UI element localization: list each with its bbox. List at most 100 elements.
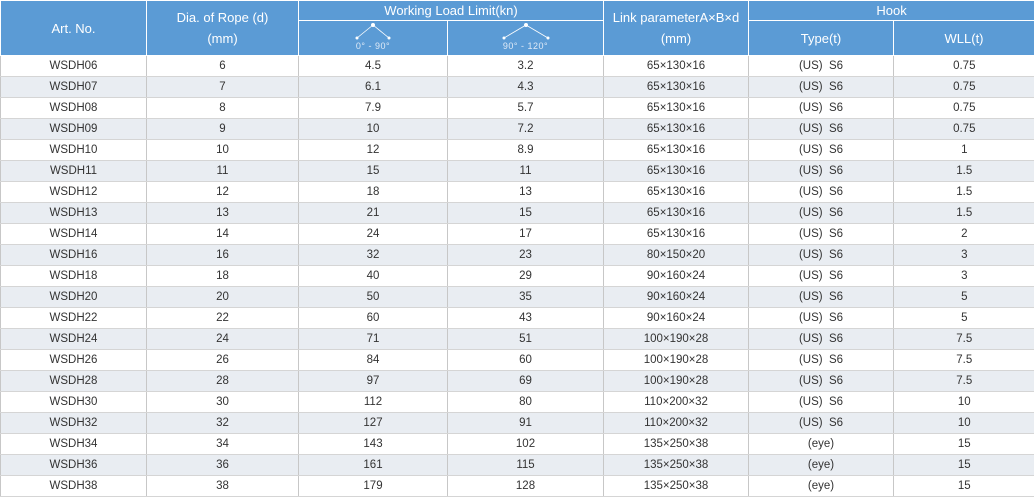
hook-type-cell: (US) S6 <box>748 181 894 203</box>
table-row: WSDH06 6 4.5 3.2 65×130×16 (US) S6 0.75 <box>0 55 1034 77</box>
table-row: WSDH20 20 50 35 90×160×24 (US) S6 5 <box>0 286 1034 308</box>
rope-diameter-cell: 13 <box>146 202 299 224</box>
table-row: WSDH08 8 7.9 5.7 65×130×16 (US) S6 0.75 <box>0 97 1034 119</box>
link-parameter-cell: 110×200×32 <box>603 391 749 413</box>
link-parameter-cell: 65×130×16 <box>603 55 749 77</box>
hook-wll-cell: 3 <box>893 265 1034 287</box>
hook-type-cell: (eye) <box>748 433 894 455</box>
rope-diameter-cell: 38 <box>146 475 299 497</box>
table-row: WSDH10 10 12 8.9 65×130×16 (US) S6 1 <box>0 139 1034 161</box>
wll-0-90-cell: 24 <box>298 223 448 245</box>
rope-diameter-cell: 34 <box>146 433 299 455</box>
link-parameter-cell: 65×130×16 <box>603 160 749 182</box>
wll-90-120-cell: 80 <box>446 391 604 413</box>
art-no-cell: WSDH12 <box>0 181 147 203</box>
link-parameter-cell: 90×160×24 <box>603 307 749 329</box>
header-art-no: Art. No. <box>0 0 147 56</box>
wll-0-90-cell: 97 <box>298 370 448 392</box>
wll-0-90-cell: 4.5 <box>298 55 448 77</box>
hook-type-cell: (US) S6 <box>748 139 894 161</box>
hook-type-cell: (US) S6 <box>748 76 894 98</box>
wll-0-90-cell: 50 <box>298 286 448 308</box>
table-row: WSDH18 18 40 29 90×160×24 (US) S6 3 <box>0 265 1034 287</box>
rope-diameter-cell: 30 <box>146 391 299 413</box>
table-row: WSDH34 34 143 102 135×250×38 (eye) 15 <box>0 433 1034 455</box>
rope-diameter-cell: 36 <box>146 454 299 476</box>
hook-wll-cell: 7.5 <box>893 328 1034 350</box>
hook-wll-cell: 10 <box>893 412 1034 434</box>
hook-wll-cell: 10 <box>893 391 1034 413</box>
table-row: WSDH11 11 15 11 65×130×16 (US) S6 1.5 <box>0 160 1034 182</box>
rope-diameter-cell: 10 <box>146 139 299 161</box>
hook-wll-cell: 7.5 <box>893 349 1034 371</box>
header-link-parameter: Link parameterA×B×d (mm) <box>603 0 750 56</box>
wll-90-120-cell: 8.9 <box>446 139 604 161</box>
wll-90-120-cell: 13 <box>446 181 604 203</box>
art-no-cell: WSDH38 <box>0 475 147 497</box>
rope-diameter-cell: 26 <box>146 349 299 371</box>
rope-diameter-cell: 28 <box>146 370 299 392</box>
header-link-parameter-label: Link parameterA×B×d <box>612 10 740 25</box>
wll-90-120-cell: 128 <box>446 475 604 497</box>
wll-90-120-cell: 3.2 <box>446 55 604 77</box>
link-parameter-cell: 100×190×28 <box>603 349 749 371</box>
hook-type-cell: (eye) <box>748 454 894 476</box>
sling-angle-icon <box>355 23 391 40</box>
hook-wll-cell: 0.75 <box>893 55 1034 77</box>
hook-type-cell: (US) S6 <box>748 223 894 245</box>
rope-diameter-cell: 9 <box>146 118 299 140</box>
header-rope-diameter-label: Dia. of Rope (d) <box>176 10 269 25</box>
wll-90-120-cell: 43 <box>446 307 604 329</box>
header-hook-type: Type(t) <box>748 20 895 56</box>
hook-wll-cell: 2 <box>893 223 1034 245</box>
hook-wll-cell: 0.75 <box>893 118 1034 140</box>
art-no-cell: WSDH20 <box>0 286 147 308</box>
wll-0-90-cell: 71 <box>298 328 448 350</box>
table-row: WSDH28 28 97 69 100×190×28 (US) S6 7.5 <box>0 370 1034 392</box>
art-no-cell: WSDH22 <box>0 307 147 329</box>
wll-90-120-cell: 115 <box>446 454 604 476</box>
header-angle-0-90: 0° - 90° <box>298 20 448 56</box>
art-no-cell: WSDH06 <box>0 55 147 77</box>
link-parameter-cell: 65×130×16 <box>603 97 749 119</box>
hook-type-cell: (US) S6 <box>748 55 894 77</box>
hook-wll-cell: 1.5 <box>893 202 1034 224</box>
table-row: WSDH07 7 6.1 4.3 65×130×16 (US) S6 0.75 <box>0 76 1034 98</box>
hook-wll-cell: 0.75 <box>893 97 1034 119</box>
wll-0-90-cell: 143 <box>298 433 448 455</box>
hook-type-cell: (US) S6 <box>748 97 894 119</box>
art-no-cell: WSDH16 <box>0 244 147 266</box>
table-row: WSDH24 24 71 51 100×190×28 (US) S6 7.5 <box>0 328 1034 350</box>
wll-0-90-cell: 127 <box>298 412 448 434</box>
hook-type-cell: (US) S6 <box>748 349 894 371</box>
hook-type-cell: (US) S6 <box>748 370 894 392</box>
wll-0-90-cell: 84 <box>298 349 448 371</box>
wll-0-90-cell: 18 <box>298 181 448 203</box>
link-parameter-cell: 65×130×16 <box>603 76 749 98</box>
wll-0-90-cell: 32 <box>298 244 448 266</box>
hook-wll-cell: 1.5 <box>893 181 1034 203</box>
rope-diameter-cell: 22 <box>146 307 299 329</box>
hook-type-cell: (US) S6 <box>748 244 894 266</box>
wll-0-90-cell: 179 <box>298 475 448 497</box>
wll-0-90-cell: 15 <box>298 160 448 182</box>
rope-diameter-cell: 7 <box>146 76 299 98</box>
header-hook: Hook <box>748 0 1034 21</box>
art-no-cell: WSDH18 <box>0 265 147 287</box>
art-no-cell: WSDH32 <box>0 412 147 434</box>
link-parameter-cell: 65×130×16 <box>603 118 749 140</box>
hook-type-cell: (US) S6 <box>748 160 894 182</box>
wll-90-120-cell: 29 <box>446 265 604 287</box>
rope-diameter-cell: 12 <box>146 181 299 203</box>
header-link-parameter-unit: (mm) <box>660 31 692 46</box>
angle-range-label: 0° - 90° <box>355 41 391 51</box>
hook-type-cell: (US) S6 <box>748 307 894 329</box>
wll-90-120-cell: 17 <box>446 223 604 245</box>
table-row: WSDH16 16 32 23 80×150×20 (US) S6 3 <box>0 244 1034 266</box>
hook-type-cell: (US) S6 <box>748 412 894 434</box>
wll-90-120-cell: 7.2 <box>446 118 604 140</box>
rope-diameter-cell: 24 <box>146 328 299 350</box>
link-parameter-cell: 80×150×20 <box>603 244 749 266</box>
wll-90-120-cell: 102 <box>446 433 604 455</box>
wll-90-120-cell: 23 <box>446 244 604 266</box>
